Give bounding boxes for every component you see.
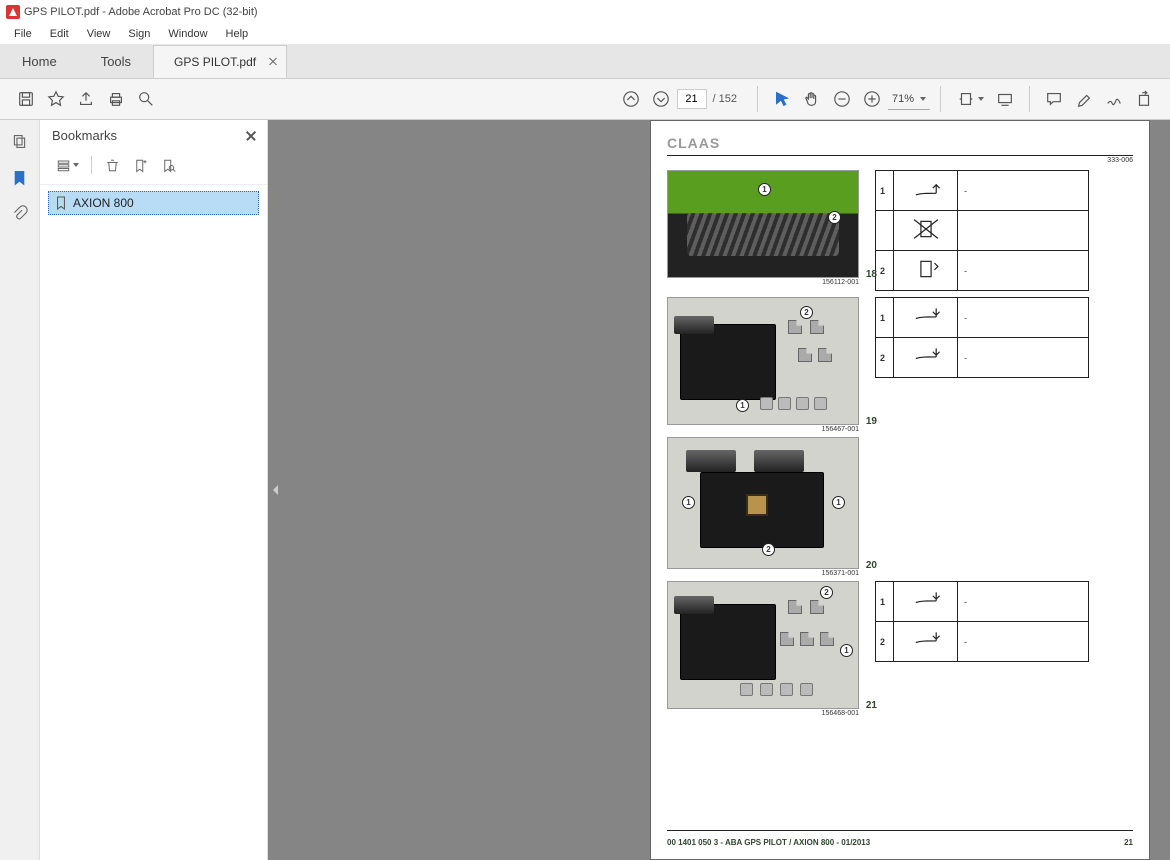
- figure-number: 19: [866, 416, 877, 427]
- chevron-down-icon: [920, 97, 926, 101]
- bookmark-options-icon[interactable]: [52, 154, 82, 176]
- rule: [667, 155, 1133, 156]
- menubar: File Edit View Sign Window Help: [0, 24, 1170, 44]
- figure-18: 1 2 156112-001 18: [667, 170, 859, 286]
- star-icon[interactable]: [42, 85, 70, 113]
- toolbar-separator: [1029, 86, 1030, 112]
- doc-id: 333-006: [667, 157, 1133, 164]
- share-icon[interactable]: [72, 85, 100, 113]
- rule: [667, 830, 1133, 831]
- instruction-table: 1- 2-: [875, 170, 1089, 291]
- toolbar-separator: [940, 86, 941, 112]
- footer-page-number: 21: [1124, 838, 1133, 847]
- tab-document-label: GPS PILOT.pdf: [174, 55, 256, 69]
- menu-help[interactable]: Help: [218, 26, 257, 42]
- figure-caption: 156468-001: [667, 710, 859, 717]
- read-mode-icon[interactable]: [991, 85, 1019, 113]
- brand-logo: CLAAS: [667, 135, 1133, 151]
- page-number-input[interactable]: [677, 89, 707, 109]
- bookmark-label: AXION 800: [73, 196, 134, 210]
- figure-caption: 156467-001: [667, 426, 859, 433]
- toolbar: / 152 71%: [0, 78, 1170, 120]
- figure-number: 21: [866, 700, 877, 711]
- zoom-value: 71%: [892, 93, 914, 105]
- delete-bookmark-icon[interactable]: [101, 154, 123, 176]
- sidebar-rail: [0, 120, 40, 860]
- menu-view[interactable]: View: [79, 26, 119, 42]
- figure-20: 1 1 2 156371-001 20: [667, 437, 859, 577]
- figure-image: 2 1: [667, 581, 859, 709]
- figure-19: 2 1 156467-001 19: [667, 297, 859, 433]
- figure-image: 1 2: [667, 170, 859, 278]
- figure-number: 20: [866, 560, 877, 571]
- zoom-in-icon[interactable]: [858, 85, 886, 113]
- tab-close-icon[interactable]: [268, 57, 278, 67]
- no-filter-icon: [909, 216, 943, 242]
- page-footer: 00 1401 050 3 - ABA GPS PILOT / AXION 80…: [667, 838, 1133, 847]
- figure-image: 2 1: [667, 297, 859, 425]
- window-titlebar: GPS PILOT.pdf - Adobe Acrobat Pro DC (32…: [0, 0, 1170, 24]
- tab-home[interactable]: Home: [0, 44, 79, 78]
- find-bookmark-icon[interactable]: [157, 154, 179, 176]
- bookmarks-list: AXION 800: [40, 185, 267, 860]
- swipe-up-icon: [909, 176, 943, 202]
- select-tool-icon[interactable]: [768, 85, 796, 113]
- page-total-label: / 152: [713, 93, 737, 105]
- bookmark-item[interactable]: AXION 800: [48, 191, 259, 215]
- zoom-select[interactable]: 71%: [888, 88, 930, 110]
- rotate-icon[interactable]: [1130, 85, 1158, 113]
- figure-21: 2 1 156468-001: [667, 581, 859, 717]
- bookmarks-title: Bookmarks: [52, 128, 117, 143]
- save-icon[interactable]: [12, 85, 40, 113]
- chevron-down-icon: [73, 163, 79, 167]
- document-viewport[interactable]: CLAAS 333-006 1 2 156112-001 18: [268, 120, 1170, 860]
- tab-document[interactable]: GPS PILOT.pdf: [153, 45, 287, 78]
- pdf-page: CLAAS 333-006 1 2 156112-001 18: [650, 120, 1150, 860]
- swipe-down-icon: [909, 587, 943, 613]
- separator: [91, 156, 92, 174]
- bookmarks-panel: Bookmarks AXION 800: [40, 120, 268, 860]
- thumbnails-icon[interactable]: [7, 130, 33, 152]
- chevron-down-icon: [978, 97, 984, 101]
- new-bookmark-icon[interactable]: [129, 154, 151, 176]
- menu-window[interactable]: Window: [160, 26, 215, 42]
- close-panel-icon[interactable]: [245, 130, 257, 142]
- figure-caption: 156112-001: [667, 279, 859, 286]
- toolbar-separator: [757, 86, 758, 112]
- swipe-down-icon: [909, 627, 943, 653]
- attachments-icon[interactable]: [7, 202, 33, 224]
- menu-edit[interactable]: Edit: [42, 26, 77, 42]
- fit-page-icon[interactable]: [951, 85, 989, 113]
- figure-number: 18: [866, 269, 877, 280]
- print-icon[interactable]: [102, 85, 130, 113]
- app-icon: [6, 5, 20, 19]
- hand-tool-icon[interactable]: [798, 85, 826, 113]
- bookmarks-toolbar: [40, 149, 267, 185]
- main-area: Bookmarks AXION 800 CLAAS 333-006: [0, 120, 1170, 860]
- instruction-table: 1- 2-: [875, 581, 1089, 662]
- bookmarks-icon[interactable]: [7, 166, 33, 188]
- footer-left: 00 1401 050 3 - ABA GPS PILOT / AXION 80…: [667, 838, 870, 847]
- menu-file[interactable]: File: [6, 26, 40, 42]
- zoom-out-icon[interactable]: [828, 85, 856, 113]
- filter-down-icon: [909, 256, 943, 282]
- comment-icon[interactable]: [1040, 85, 1068, 113]
- sign-icon[interactable]: [1100, 85, 1128, 113]
- figure-image: 1 1 2: [667, 437, 859, 569]
- instruction-table: 1- 2-: [875, 297, 1089, 378]
- swipe-down-icon: [909, 303, 943, 329]
- collapse-sidebar-handle[interactable]: [268, 470, 282, 510]
- figure-caption: 156371-001: [667, 570, 859, 577]
- page-up-icon[interactable]: [617, 85, 645, 113]
- highlight-icon[interactable]: [1070, 85, 1098, 113]
- search-icon[interactable]: [132, 85, 160, 113]
- bookmark-page-icon: [55, 196, 67, 210]
- window-title: GPS PILOT.pdf - Adobe Acrobat Pro DC (32…: [24, 6, 258, 18]
- page-down-icon[interactable]: [647, 85, 675, 113]
- tab-tools[interactable]: Tools: [79, 44, 153, 78]
- swipe-down-icon: [909, 343, 943, 369]
- tabbar: Home Tools GPS PILOT.pdf: [0, 44, 1170, 78]
- menu-sign[interactable]: Sign: [120, 26, 158, 42]
